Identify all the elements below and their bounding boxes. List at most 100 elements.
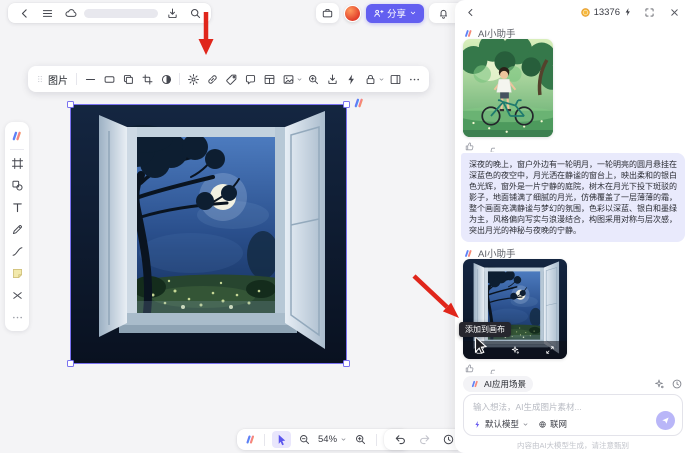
scene-button-label: AI应用场景 [484,378,526,390]
redo-icon[interactable] [415,431,433,449]
bot-name: AI小助手 [478,26,515,40]
zoom-in-icon[interactable] [351,431,369,449]
selection-ai-badge-icon[interactable] [352,96,366,110]
document-toolbar [8,3,211,23]
bot-logo-icon [463,28,474,39]
ai-disclaimer: 内容由AI大模型生成，请注意甄别 [455,440,691,451]
avatar[interactable] [344,5,361,22]
app-screen: 分享 图片 [0,0,691,453]
frame-image-icon[interactable] [279,70,297,88]
more-tools-icon[interactable] [8,308,27,327]
bot-logo-icon [463,248,474,259]
chevron-down-icon [340,436,347,443]
boy-bicycle-painting [463,39,553,137]
contrast-icon[interactable] [157,70,175,88]
resize-handle-top-right[interactable] [343,101,350,108]
thumbs-down-icon[interactable] [484,363,495,374]
image-hover-actions [463,341,567,359]
workspace-button[interactable] [316,3,339,23]
scene-row: AI应用场景 [463,376,683,392]
settings-icon[interactable] [184,70,202,88]
ai-edit-icon[interactable] [510,345,520,355]
expand-panel-icon[interactable] [640,3,658,21]
stroke-icon[interactable] [81,70,99,88]
resize-handle-bottom-left[interactable] [67,360,74,367]
history-toolbar [384,429,464,450]
magic-icon[interactable] [342,70,360,88]
brand-ai-icon[interactable] [8,126,27,145]
paper-plane-icon [661,416,670,425]
back-icon[interactable] [15,4,33,22]
prompt-library-icon[interactable] [653,378,665,390]
select-tool-icon[interactable] [272,431,291,448]
shapes-tool-icon[interactable] [8,176,27,195]
duplicate-icon[interactable] [119,70,137,88]
menu-icon[interactable] [38,4,56,22]
model-selector[interactable]: 默认模型 [473,418,529,430]
add-to-canvas-icon[interactable] [475,345,485,355]
model-selector-label: 默认模型 [485,418,519,430]
coin-icon [580,7,591,18]
connector-tool-icon[interactable] [8,242,27,261]
close-panel-icon[interactable] [665,3,683,21]
zoom-level[interactable]: 54% [318,434,337,445]
ai-zoom-icon[interactable] [304,70,322,88]
pen-tool-icon[interactable] [8,220,27,239]
send-button[interactable] [656,411,675,430]
prompt-input-box: 默认模型 联网 [463,394,683,436]
image-context-toolbar: 图片 [28,66,429,92]
bot-name-row: AI小助手 [463,246,515,260]
import-icon[interactable] [163,4,181,22]
generated-image-window[interactable] [463,259,567,359]
text-tool-icon[interactable] [8,198,27,217]
zoom-out-icon[interactable] [295,431,313,449]
thumbs-up-icon[interactable] [464,141,475,152]
thumbs-up-icon[interactable] [464,363,475,374]
chevron-down-icon[interactable] [378,76,385,83]
resize-handle-top-left[interactable] [67,101,74,108]
globe-icon [538,420,547,429]
thumbs-down-icon[interactable] [484,141,495,152]
bot-name-row: AI小助手 [463,26,515,40]
section-tool-icon[interactable] [8,286,27,305]
prompt-input[interactable] [473,400,673,413]
panel-icon[interactable] [386,70,404,88]
bell-icon[interactable] [434,4,452,22]
credits-amount: 13376 [594,7,620,18]
download-icon[interactable] [323,70,341,88]
ai-scene-button[interactable]: AI应用场景 [463,376,533,392]
chat-history-icon[interactable] [671,378,683,390]
drag-handle-icon[interactable] [34,70,46,88]
tools-sidebar [5,122,29,331]
recharge-icon[interactable] [623,7,633,17]
expand-image-icon[interactable] [545,345,555,355]
more-icon[interactable] [405,70,423,88]
composer-options: 默认模型 联网 [473,418,567,430]
canvas-selected-image[interactable] [71,105,346,363]
add-to-canvas-tooltip: 添加到画布 [459,322,511,337]
lock-icon[interactable] [361,70,379,88]
generated-image-bike[interactable] [463,39,553,137]
bot-name: AI小助手 [478,246,515,260]
card-style-icon[interactable] [100,70,118,88]
tag-icon[interactable] [222,70,240,88]
briefcase-icon [321,7,334,20]
chevron-down-icon[interactable] [296,76,303,83]
table-icon[interactable] [260,70,278,88]
feedback-row [464,141,495,152]
sticky-note-tool-icon[interactable] [8,264,27,283]
share-button[interactable]: 分享 [366,4,424,23]
resize-handle-bottom-right[interactable] [343,360,350,367]
crop-icon[interactable] [138,70,156,88]
frame-tool-icon[interactable] [8,154,27,173]
feedback-row [464,363,495,374]
search-icon[interactable] [186,4,204,22]
link-icon[interactable] [203,70,221,88]
comment-icon[interactable] [241,70,259,88]
network-label: 联网 [550,418,567,430]
panel-back-icon[interactable] [463,3,477,21]
moonlit-window-painting [71,105,346,363]
undo-icon[interactable] [391,431,409,449]
document-title-blurred[interactable] [84,9,158,18]
network-toggle[interactable]: 联网 [538,418,567,430]
